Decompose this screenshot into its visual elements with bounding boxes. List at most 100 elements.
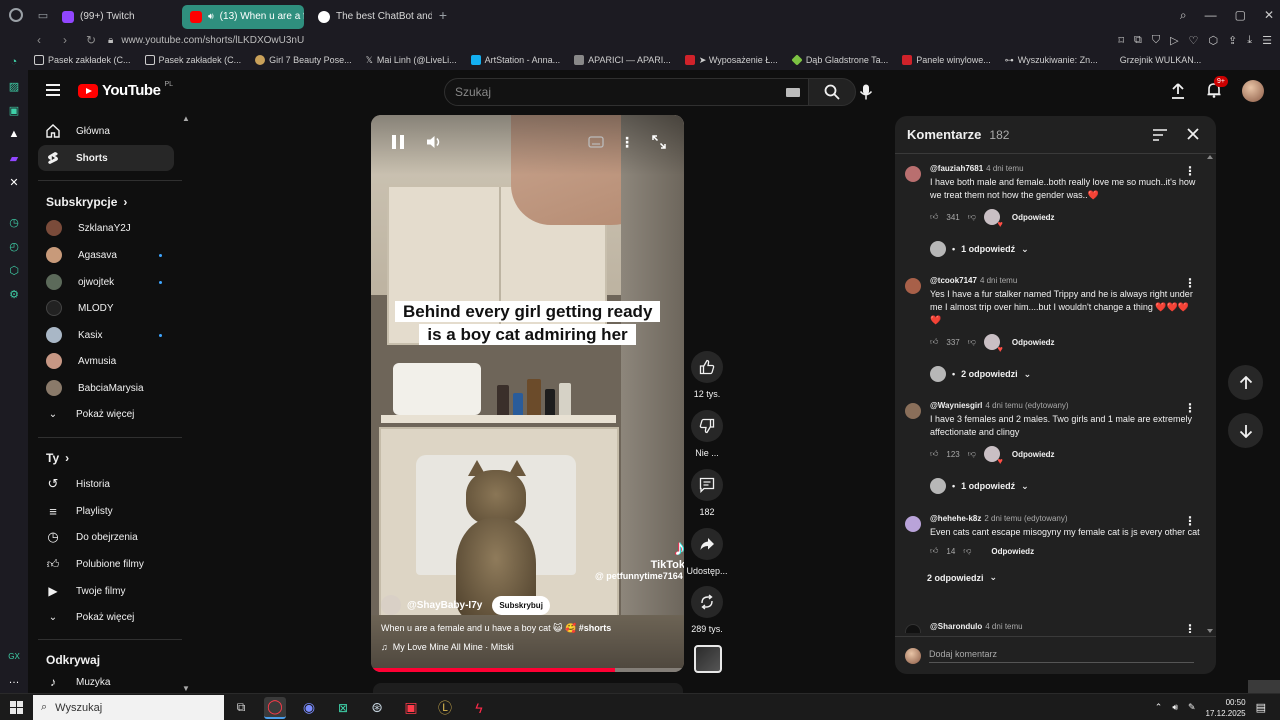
view-replies-button[interactable]: • 1 odpowiedź ⌄ [930, 241, 1200, 257]
sidebar-item-history[interactable]: ↺ Historia [38, 471, 174, 497]
shield-icon[interactable]: ⛉ [1152, 34, 1160, 47]
like-action[interactable]: 12 tys. [686, 351, 728, 399]
task-view-icon[interactable]: ⧉ [230, 697, 252, 719]
gx-corner-icon[interactable]: ▨ [6, 78, 22, 94]
steam-taskbar-icon[interactable]: ⊛ [366, 697, 388, 719]
thumbs-up-icon[interactable]: 👍︎ [930, 337, 938, 347]
workspaces-icon[interactable]: ▭ [32, 0, 54, 30]
x-icon[interactable]: ✕ [6, 174, 22, 190]
remix-action[interactable]: 289 tys. [686, 586, 728, 634]
extensions-icon[interactable]: ⬡ [1208, 34, 1218, 47]
bookmark-item[interactable]: Girl 7 Beauty Pose... [255, 55, 352, 65]
share-icon[interactable]: ⇪ [1228, 34, 1237, 47]
media-taskbar-icon[interactable]: ▣ [400, 697, 422, 719]
channel-avatar[interactable] [381, 595, 401, 615]
chevron-up-icon[interactable]: ⌃ [1155, 702, 1163, 713]
bookmark-item[interactable]: ➤ Wyposażenie Ł... [684, 55, 778, 66]
commenter-avatar[interactable] [905, 403, 921, 419]
sidebar-item-subscription[interactable]: Avmusia [38, 348, 174, 374]
forward-button[interactable]: › [56, 33, 74, 47]
reply-button[interactable]: Odpowiedz [1012, 450, 1055, 459]
more-icon[interactable]: … [6, 672, 22, 688]
upload-icon[interactable] [1170, 83, 1186, 99]
like-button[interactable] [691, 351, 723, 383]
new-tab-button[interactable]: + [432, 7, 454, 23]
lightning-taskbar-icon[interactable]: ϟ [468, 697, 490, 719]
sidebar-item-subscription[interactable]: MLODY [38, 295, 174, 321]
menu-icon[interactable] [46, 84, 60, 96]
scroll-down-arrow[interactable]: ▼ [182, 684, 190, 693]
fullscreen-button[interactable] [646, 129, 672, 155]
next-short-preview[interactable] [373, 683, 683, 693]
clock-icon[interactable]: ◴ [6, 238, 22, 254]
next-short-button[interactable] [1228, 413, 1263, 448]
pen-icon[interactable]: ✎ [1188, 702, 1196, 713]
heart-icon[interactable]: ♡ [1189, 34, 1199, 47]
sidebar-item-liked[interactable]: 👍︎ Polubione filmy [38, 551, 174, 577]
thumbs-down-icon[interactable]: 👎︎ [968, 212, 976, 222]
download-icon[interactable]: ⤓ [1247, 34, 1252, 47]
bookmark-item[interactable]: ArtStation - Anna... [470, 55, 560, 65]
back-button[interactable]: ‹ [30, 33, 48, 47]
sidebar-item-subscription[interactable]: SzklanaY2J [38, 215, 174, 241]
sound-thumbnail[interactable] [694, 645, 722, 673]
bookmark-item[interactable]: APARICI — APARI... [574, 55, 671, 65]
sidebar-item-subscription[interactable]: Agasava [38, 242, 174, 268]
gx-icon[interactable]: GX [6, 648, 22, 664]
bookmark-item[interactable]: ⊶ Wyszukiwanie: Zn... [1005, 55, 1098, 66]
keyboard-icon[interactable] [786, 88, 800, 97]
comment-menu-icon[interactable]: ⋮ [1184, 164, 1196, 178]
comment-menu-icon[interactable]: ⋮ [1184, 401, 1196, 415]
view-replies-button[interactable]: 2 odpowiedzi ⌄ [927, 572, 1200, 583]
sidebar-item-subscription[interactable]: ojwojtek [38, 269, 174, 295]
comment-menu-icon[interactable]: ⋮ [1184, 276, 1196, 290]
voice-search-button[interactable] [851, 78, 881, 106]
thumbs-up-icon[interactable]: 👍︎ [930, 449, 938, 459]
thumbs-down-icon[interactable]: 👎︎ [968, 337, 976, 347]
bookmark-item[interactable]: Pasek zakładek (C... [34, 55, 131, 65]
clock[interactable]: 00:50 17.12.2025 [1206, 697, 1246, 719]
gx-control-icon[interactable]: ◔ [6, 54, 22, 70]
opera-gx-logo[interactable] [0, 0, 32, 30]
tab-chatbot[interactable]: The best ChatBot and Wi [310, 5, 432, 29]
bookmark-item[interactable]: Grzejnik WULKAN... [1120, 55, 1202, 65]
bookmark-item[interactable]: 𝕏 Mai Linh (@LiveLi... [366, 55, 457, 66]
reply-button[interactable]: Odpowiedz [1012, 338, 1055, 347]
reload-button[interactable]: ↻ [82, 33, 100, 47]
comments-action[interactable]: 182 [686, 469, 728, 517]
comment-author[interactable]: @Sharondulo 4 dni temu [930, 622, 1200, 631]
windows-start-button[interactable] [10, 701, 23, 714]
search-tabs-icon[interactable]: ⌕ [1180, 8, 1187, 23]
comment-author[interactable]: @hehehe-k8z 2 dni temu (edytowany) [930, 514, 1200, 523]
close-icon[interactable] [1186, 127, 1200, 141]
comments-button[interactable] [691, 469, 723, 501]
commenter-avatar[interactable] [905, 166, 921, 182]
search-button[interactable] [808, 78, 856, 106]
close-window-button[interactable]: ✕ [1264, 8, 1274, 22]
share-action[interactable]: Udostęp... [686, 528, 728, 576]
settings-icon[interactable]: ⚙ [6, 286, 22, 302]
bookmark-item[interactable]: Dąb Gladstrone Ta... [791, 54, 888, 66]
bookmark-icon[interactable]: ⌑ [1118, 34, 1124, 47]
subscribe-button[interactable]: Subskrybuj [492, 595, 550, 615]
dislike-button[interactable] [691, 410, 723, 442]
shorts-player[interactable]: ⋮ Behind every girl getting ready is a b… [371, 115, 684, 672]
sidebar-item-music[interactable]: ♪ Muzyka [38, 669, 174, 693]
reply-button[interactable]: Odpowiedz [1012, 213, 1055, 222]
view-replies-button[interactable]: • 1 odpowiedź ⌄ [930, 478, 1200, 494]
comment-author[interactable]: @Wayniesgirl 4 dni temu (edytowany) [930, 401, 1200, 410]
remix-button[interactable] [691, 586, 723, 618]
commenter-avatar[interactable] [905, 624, 921, 633]
league-taskbar-icon[interactable]: Ⓛ [434, 697, 456, 719]
scroll-up-arrow[interactable]: ▲ [182, 114, 190, 123]
tab-twitch[interactable]: (99+) Twitch [54, 5, 176, 29]
commenter-avatar[interactable] [905, 516, 921, 532]
aria-icon[interactable]: ▲ [6, 126, 22, 142]
pause-button[interactable] [385, 129, 411, 155]
comments-scrollbar[interactable] [1207, 155, 1213, 633]
volume-button[interactable] [421, 129, 447, 155]
sidebar-item-subscription[interactable]: Kasix [38, 322, 174, 348]
bookmark-item[interactable]: Panele winylowe... [902, 55, 991, 65]
volume-icon[interactable]: 🔊︎ [1172, 702, 1178, 713]
notifications-icon[interactable]: ▤ [1256, 701, 1266, 714]
